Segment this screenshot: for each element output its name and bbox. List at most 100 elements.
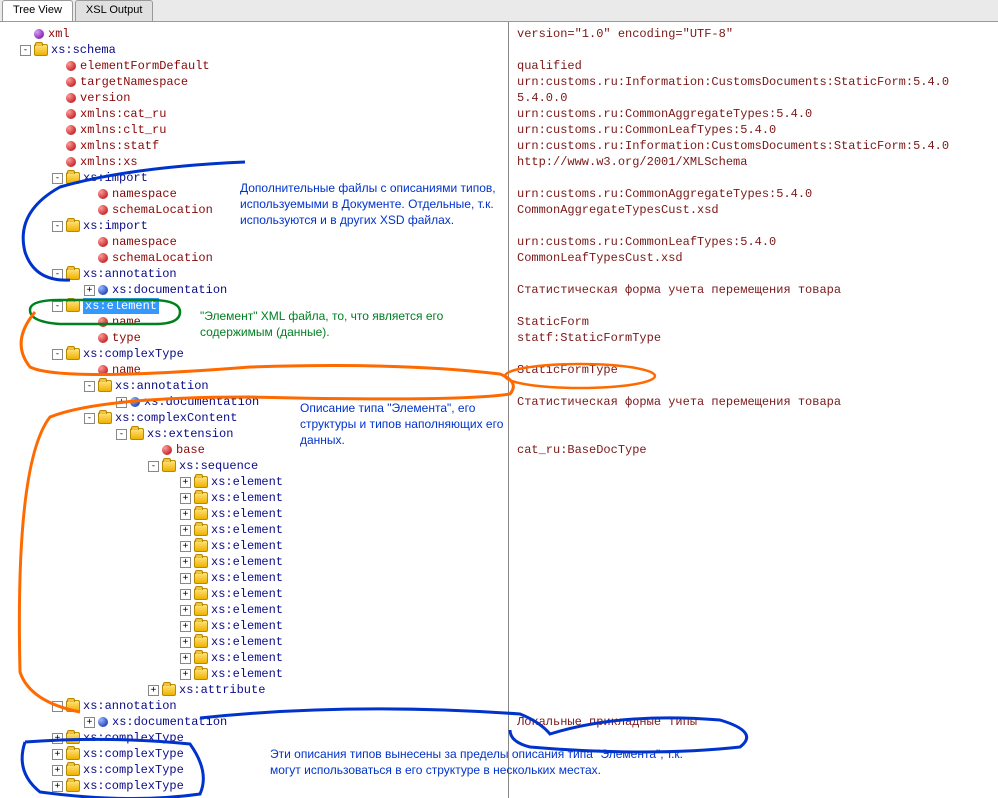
node-label[interactable]: xmlns:clt_ru [80, 122, 166, 138]
tree-row[interactable]: + xs:element [4, 586, 508, 602]
expand-icon[interactable]: + [180, 589, 191, 600]
expand-icon[interactable]: + [180, 525, 191, 536]
expand-icon[interactable]: + [180, 637, 191, 648]
tree-row[interactable]: xml [4, 26, 508, 42]
node-label[interactable]: xs:import [83, 218, 148, 234]
tree-row[interactable]: + xs:element [4, 474, 508, 490]
collapse-icon[interactable]: - [84, 413, 95, 424]
tree-row[interactable]: -xs:annotation [4, 266, 508, 282]
node-label[interactable]: xs:complexType [83, 730, 184, 746]
tree-row[interactable]: base [4, 442, 508, 458]
tree-row[interactable]: - xs:complexType [4, 346, 508, 362]
node-label[interactable]: xs:sequence [179, 458, 258, 474]
node-label[interactable]: xs:element [211, 586, 283, 602]
tree-row[interactable]: + xs:element [4, 522, 508, 538]
node-label[interactable]: xs:element [211, 474, 283, 490]
collapse-icon[interactable]: - [52, 349, 63, 360]
expand-icon[interactable]: + [180, 541, 191, 552]
node-label[interactable]: xs:element [211, 602, 283, 618]
tree-row[interactable]: - xs:element [4, 298, 508, 314]
tree-row[interactable]: namespace [4, 186, 508, 202]
collapse-icon[interactable]: - [52, 221, 63, 232]
expand-icon[interactable]: + [180, 509, 191, 520]
node-label[interactable]: xs:documentation [112, 282, 227, 298]
expand-icon[interactable]: + [52, 733, 63, 744]
expand-icon[interactable]: + [52, 765, 63, 776]
node-label[interactable]: xs:attribute [179, 682, 265, 698]
node-label[interactable]: name [112, 362, 141, 378]
node-label[interactable]: xs:documentation [112, 714, 227, 730]
tab-tree-view[interactable]: Tree View [2, 0, 73, 21]
node-label[interactable]: xs:element [211, 650, 283, 666]
expand-icon[interactable]: + [52, 749, 63, 760]
tree-row[interactable]: schemaLocation [4, 250, 508, 266]
node-label[interactable]: xs:complexType [83, 778, 184, 794]
tree-row[interactable]: +xs:documentation [4, 394, 508, 410]
collapse-icon[interactable]: - [148, 461, 159, 472]
expand-icon[interactable]: + [180, 573, 191, 584]
node-label[interactable]: xml [48, 26, 70, 42]
tree-row[interactable]: +xs:element [4, 618, 508, 634]
node-label[interactable]: xs:element [211, 570, 283, 586]
collapse-icon[interactable]: - [52, 701, 63, 712]
node-label[interactable]: base [176, 442, 205, 458]
collapse-icon[interactable]: - [52, 173, 63, 184]
tree-row[interactable]: -xs:import [4, 170, 508, 186]
node-label[interactable]: xs:annotation [83, 266, 177, 282]
node-label[interactable]: xs:element [211, 538, 283, 554]
tree-row[interactable]: version [4, 90, 508, 106]
tree-row[interactable]: xmlns:xs [4, 154, 508, 170]
node-label[interactable]: xs:element [211, 506, 283, 522]
expand-icon[interactable]: + [180, 669, 191, 680]
tree-row[interactable]: + xs:element [4, 666, 508, 682]
tree-row[interactable]: + xs:element [4, 538, 508, 554]
node-label[interactable]: xs:annotation [83, 698, 177, 714]
tree-row[interactable]: + xs:element [4, 490, 508, 506]
expand-icon[interactable]: + [180, 605, 191, 616]
node-label[interactable]: xs:element [83, 298, 159, 314]
tree-row[interactable]: xmlns:cat_ru [4, 106, 508, 122]
tree-row[interactable]: + xs:element [4, 506, 508, 522]
tree-row[interactable]: - xs:extension [4, 426, 508, 442]
node-label[interactable]: xs:complexContent [115, 410, 237, 426]
tree-row[interactable]: schemaLocation [4, 202, 508, 218]
collapse-icon[interactable]: - [84, 381, 95, 392]
tree-row[interactable]: + xs:element [4, 602, 508, 618]
node-label[interactable]: targetNamespace [80, 74, 188, 90]
tree-row[interactable]: xmlns:statf [4, 138, 508, 154]
tree-row[interactable]: + xs:element [4, 570, 508, 586]
collapse-icon[interactable]: - [52, 301, 63, 312]
tree-row[interactable]: +xs:element [4, 650, 508, 666]
tree-column[interactable]: xml-xs:schemaelementFormDefaulttargetNam… [0, 22, 508, 798]
node-label[interactable]: schemaLocation [112, 202, 213, 218]
tree-row[interactable]: - xs:import [4, 218, 508, 234]
collapse-icon[interactable]: - [116, 429, 127, 440]
node-label[interactable]: xs:complexType [83, 762, 184, 778]
expand-icon[interactable]: + [148, 685, 159, 696]
node-label[interactable]: xs:element [211, 490, 283, 506]
expand-icon[interactable]: + [180, 477, 191, 488]
tree-row[interactable]: +xs:element [4, 554, 508, 570]
tree-row[interactable]: +xs:element [4, 634, 508, 650]
node-label[interactable]: type [112, 330, 141, 346]
tree-row[interactable]: -xs:schema [4, 42, 508, 58]
node-label[interactable]: elementFormDefault [80, 58, 210, 74]
expand-icon[interactable]: + [180, 557, 191, 568]
node-label[interactable]: xs:element [211, 522, 283, 538]
node-label[interactable]: xmlns:xs [80, 154, 138, 170]
expand-icon[interactable]: + [84, 717, 95, 728]
node-label[interactable]: xs:element [211, 666, 283, 682]
tree-row[interactable]: - xs:annotation [4, 378, 508, 394]
tree-row[interactable]: - xs:complexContent [4, 410, 508, 426]
tree-row[interactable]: name [4, 314, 508, 330]
tree-row[interactable]: +xs:complexType [4, 746, 508, 762]
node-label[interactable]: xs:complexType [83, 346, 184, 362]
tab-xsl-output[interactable]: XSL Output [75, 0, 153, 21]
expand-icon[interactable]: + [180, 621, 191, 632]
tree-row[interactable]: name [4, 362, 508, 378]
node-label[interactable]: xs:extension [147, 426, 233, 442]
tree-row[interactable]: namespace [4, 234, 508, 250]
expand-icon[interactable]: + [180, 493, 191, 504]
node-label[interactable]: xmlns:statf [80, 138, 159, 154]
node-label[interactable]: xs:annotation [115, 378, 209, 394]
